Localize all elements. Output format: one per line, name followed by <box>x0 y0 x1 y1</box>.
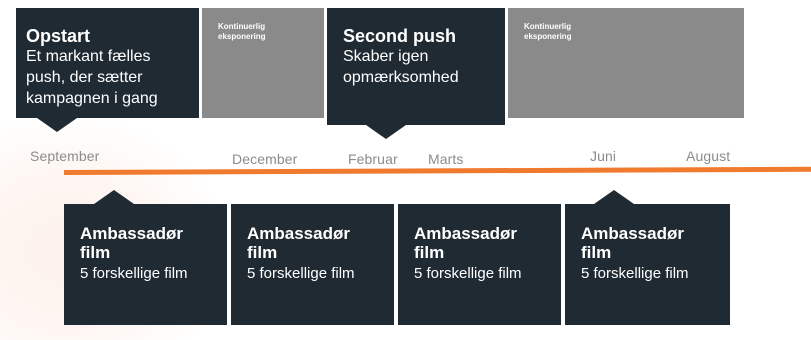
film-title-1: Ambassadør film <box>80 224 183 262</box>
continuous-exposure-label-1: Kontinuerlig eksponering <box>218 22 266 41</box>
month-december: December <box>232 151 298 167</box>
month-juni: Juni <box>590 148 617 164</box>
second-push-pointer <box>366 125 406 139</box>
month-marts: Marts <box>428 151 464 167</box>
film-title-2: Ambassadør film <box>247 224 350 262</box>
second-push-text: Skaber igen opmærksomhed <box>343 48 459 86</box>
film-box-3: Ambassadør film 5 forskellige film <box>398 204 561 325</box>
month-august: August <box>686 148 731 164</box>
film-box-1: Ambassadør film 5 forskellige film <box>64 204 227 325</box>
opstart-box: Opstart Et markant fælles push, der sætt… <box>16 8 199 118</box>
opstart-text: Et markant fælles push, der sætter kampa… <box>26 48 158 107</box>
film-subtitle-2: 5 forskellige film <box>247 265 355 282</box>
film-pointer-4 <box>594 190 634 204</box>
second-push-title: Second push <box>343 26 457 46</box>
film-title-4: Ambassadør film <box>581 224 684 262</box>
opstart-pointer <box>37 118 77 132</box>
opstart-title: Opstart <box>26 26 91 46</box>
film-title-3: Ambassadør film <box>414 224 517 262</box>
continuous-exposure-label-2: Kontinuerlig eksponering <box>524 22 572 41</box>
film-subtitle-4: 5 forskellige film <box>581 265 689 282</box>
film-subtitle-1: 5 forskellige film <box>80 265 188 282</box>
continuous-exposure-box-1: Kontinuerlig eksponering <box>202 8 324 118</box>
second-push-box: Second push Skaber igen opmærksomhed <box>327 8 505 125</box>
film-subtitle-3: 5 forskellige film <box>414 265 522 282</box>
continuous-exposure-box-2: Kontinuerlig eksponering <box>508 8 744 118</box>
film-box-2: Ambassadør film 5 forskellige film <box>231 204 394 325</box>
film-box-4: Ambassadør film 5 forskellige film <box>565 204 730 325</box>
month-september: September <box>30 148 100 164</box>
month-februar: Februar <box>348 151 398 167</box>
film-pointer-1 <box>94 190 134 204</box>
